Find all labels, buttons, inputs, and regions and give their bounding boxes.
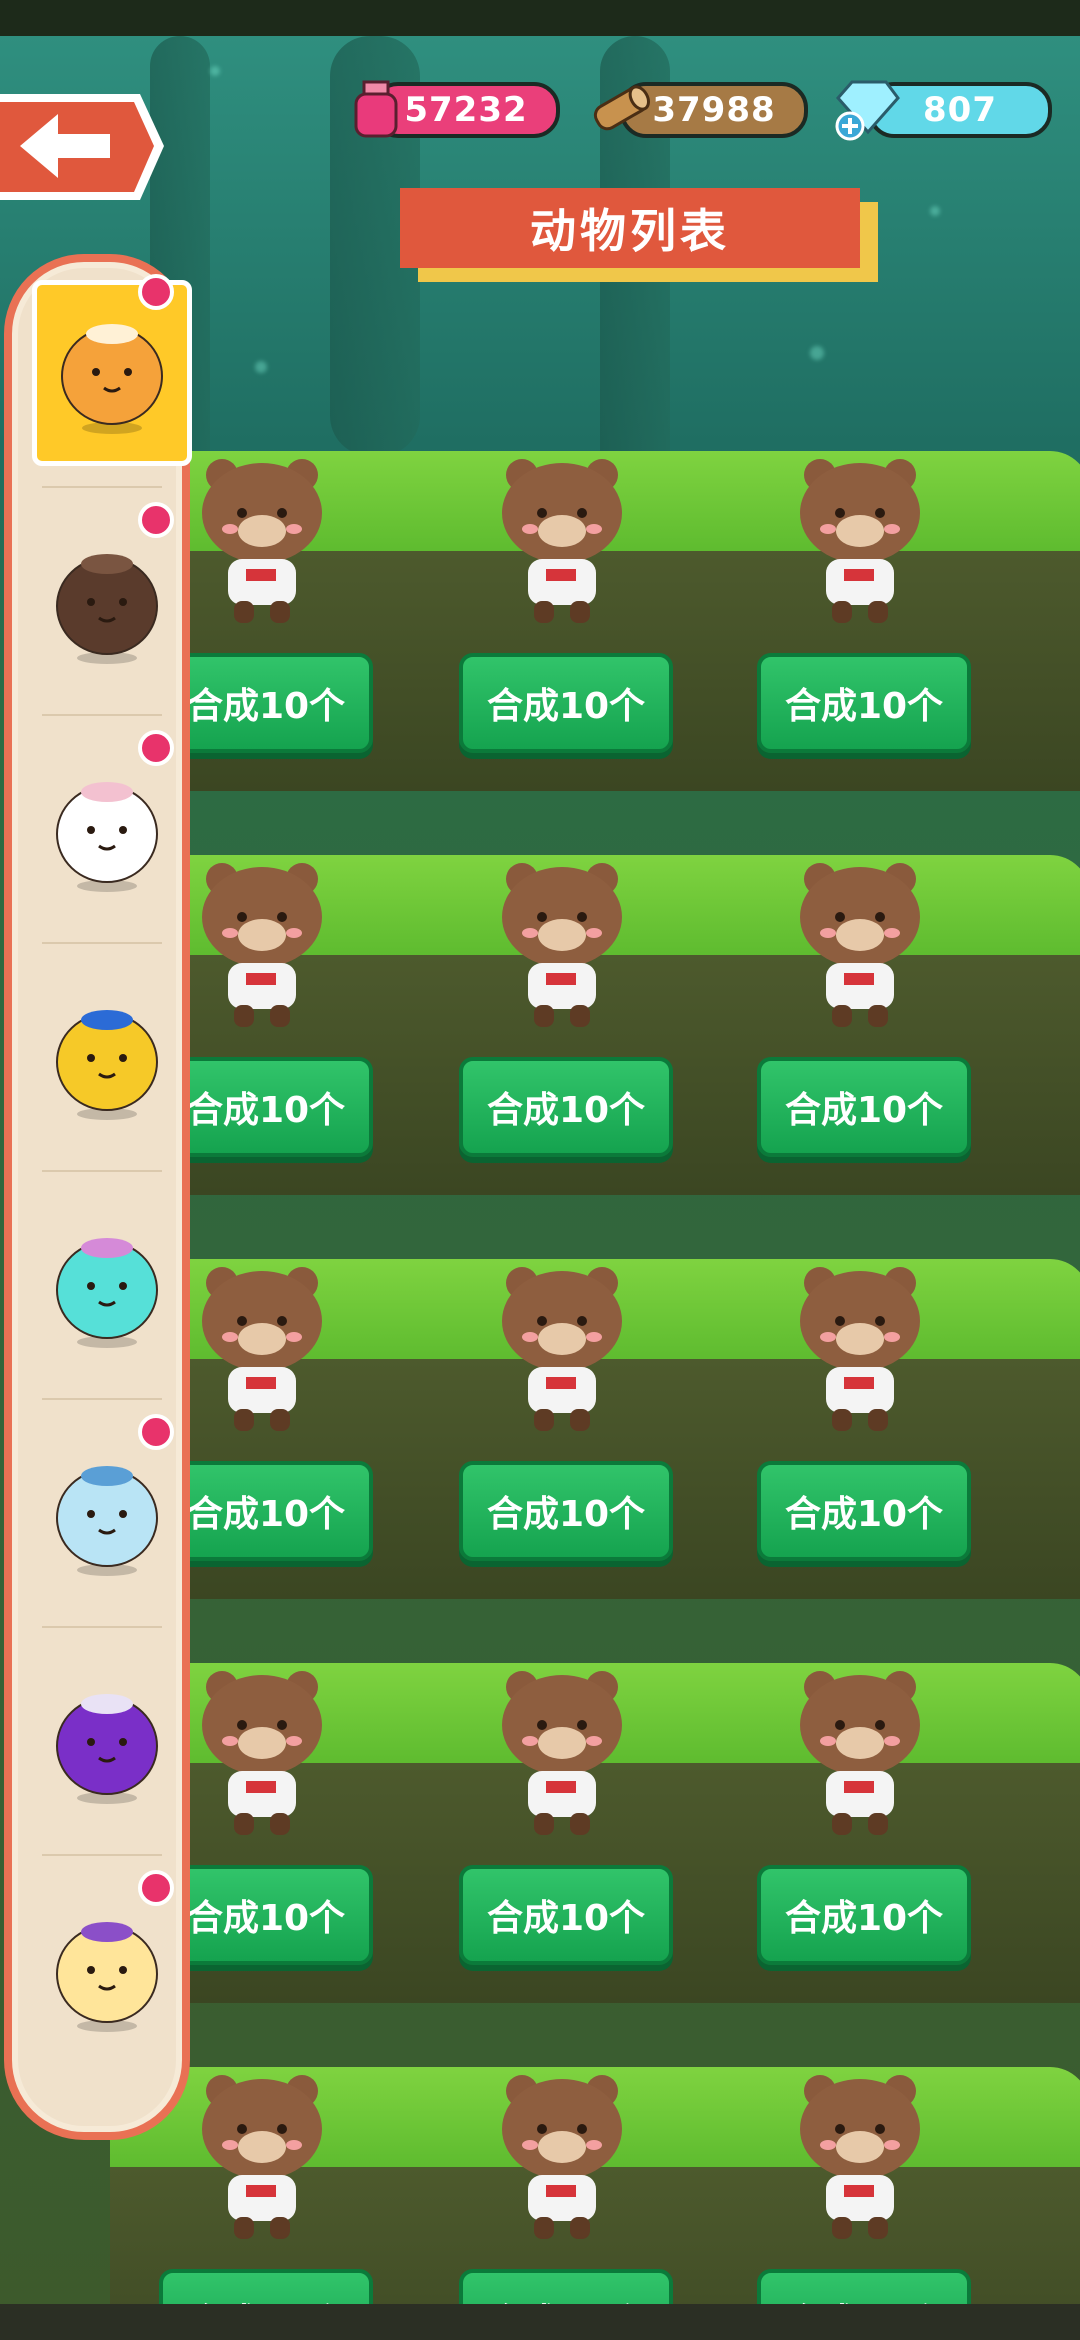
- bear-character[interactable]: [192, 451, 332, 631]
- sidebar-item-orange-cat[interactable]: [32, 280, 192, 466]
- notification-badge: [138, 274, 174, 310]
- bottom-strip: [0, 2304, 1080, 2340]
- notification-badge: [138, 1414, 174, 1450]
- orange-cat-icon: [61, 324, 163, 434]
- bear-character[interactable]: [492, 855, 632, 1035]
- synthesize-10-button[interactable]: 合成10个: [757, 1057, 971, 1157]
- synthesize-10-button[interactable]: 合成10个: [159, 2269, 373, 2304]
- synthesize-10-button[interactable]: 合成10个: [459, 1461, 673, 1561]
- animal-sidebar[interactable]: [4, 254, 192, 2140]
- sidebar-item-yellow-chick[interactable]: [32, 964, 182, 1154]
- bear-character[interactable]: [192, 855, 332, 1035]
- synthesize-10-button[interactable]: 合成10个: [757, 1865, 971, 1965]
- notification-badge: [138, 1870, 174, 1906]
- sidebar-divider: [42, 714, 162, 716]
- blue-cat-icon: [56, 1466, 158, 1576]
- unicorn-icon: [56, 1922, 158, 2032]
- synthesize-10-button[interactable]: 合成10个: [459, 1057, 673, 1157]
- bear-character[interactable]: [192, 1259, 332, 1439]
- cyan-jellyfish-icon: [56, 1238, 158, 1348]
- game-screen: 57232 37988 807 动物列表 合成10个 合成10个 合成10个 合成10…: [0, 36, 1080, 2304]
- bear-character[interactable]: [790, 2067, 930, 2247]
- synthesize-10-button[interactable]: 合成10个: [757, 653, 971, 753]
- sidebar-divider: [42, 1626, 162, 1628]
- synthesize-10-button[interactable]: 合成10个: [459, 2269, 673, 2304]
- synthesize-10-button[interactable]: 合成10个: [459, 653, 673, 753]
- diamond-plus-icon[interactable]: [830, 76, 902, 142]
- bear-character[interactable]: [790, 1663, 930, 1843]
- gem-value: 807: [923, 90, 997, 130]
- bear-character[interactable]: [492, 1259, 632, 1439]
- bear-character[interactable]: [192, 2067, 332, 2247]
- synthesize-10-button[interactable]: 合成10个: [159, 1461, 373, 1561]
- synthesize-10-button[interactable]: 合成10个: [459, 1865, 673, 1965]
- sidebar-divider: [42, 1854, 162, 1856]
- back-button[interactable]: [0, 88, 168, 206]
- bear-character[interactable]: [790, 1259, 930, 1439]
- sidebar-divider: [42, 486, 162, 488]
- wood-log-icon: [593, 85, 650, 131]
- synthesize-10-button[interactable]: 合成10个: [757, 2269, 971, 2304]
- potion-value: 57232: [404, 90, 528, 130]
- firefly: [210, 66, 220, 76]
- bear-character[interactable]: [492, 1663, 632, 1843]
- sidebar-divider: [42, 942, 162, 944]
- bear-character[interactable]: [192, 1663, 332, 1843]
- synthesize-10-button[interactable]: 合成10个: [159, 1865, 373, 1965]
- sidebar-divider: [42, 1170, 162, 1172]
- bear-character[interactable]: [492, 2067, 632, 2247]
- bear-character[interactable]: [790, 855, 930, 1035]
- firefly: [930, 206, 940, 216]
- sidebar-divider: [42, 1398, 162, 1400]
- synthesize-10-button[interactable]: 合成10个: [757, 1461, 971, 1561]
- yellow-chick-icon: [56, 1010, 158, 1120]
- notification-badge: [138, 730, 174, 766]
- page-title: 动物列表: [400, 188, 860, 268]
- brown-bear-icon: [56, 554, 158, 664]
- sidebar-item-cyan-jellyfish[interactable]: [32, 1192, 182, 1382]
- bear-character[interactable]: [492, 451, 632, 631]
- potion-icon: [354, 80, 398, 138]
- notification-badge: [138, 502, 174, 538]
- purple-bird-icon: [56, 1694, 158, 1804]
- wood-value: 37988: [652, 90, 776, 130]
- firefly: [255, 361, 267, 373]
- top-status-strip: [0, 0, 1080, 36]
- synthesize-10-button[interactable]: 合成10个: [159, 1057, 373, 1157]
- bear-character[interactable]: [790, 451, 930, 631]
- synthesize-10-button[interactable]: 合成10个: [159, 653, 373, 753]
- sidebar-item-purple-bird[interactable]: [32, 1648, 182, 1838]
- firefly: [810, 346, 824, 360]
- white-rabbit-icon: [56, 782, 158, 892]
